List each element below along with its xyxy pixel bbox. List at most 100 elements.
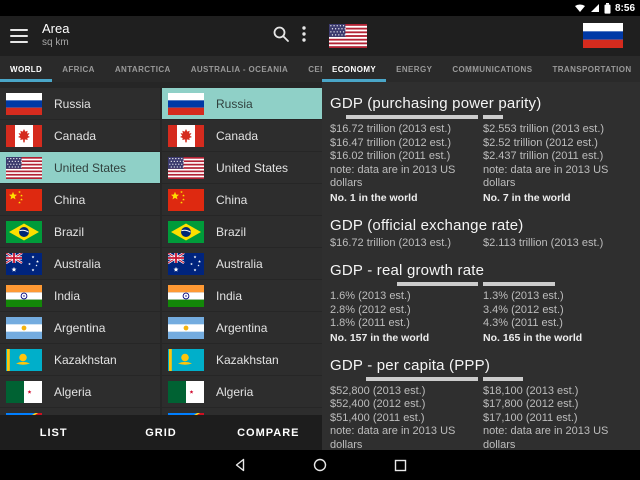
grid-button[interactable]: GRID — [107, 415, 214, 450]
stat-line: $2.113 trillion (2013 est.) — [483, 237, 636, 251]
compare-section-gdp-per-capita-ppp: GDP - per capita (PPP) $52,800 (2013 est.… — [330, 357, 636, 451]
country-row-united-states[interactable]: United States — [162, 152, 322, 183]
flag-russia-icon — [168, 93, 204, 115]
country-row-russia[interactable]: Russia — [162, 88, 322, 119]
compare-button[interactable]: COMPARE — [215, 415, 322, 450]
compare-bar-left-cell — [330, 282, 478, 286]
flag-australia-icon — [6, 253, 42, 275]
tab-energy[interactable]: ENERGY — [386, 56, 442, 82]
stat-column-right: $2.113 trillion (2013 est.) — [483, 237, 636, 251]
stat-column-right: $2.553 trillion (2013 est.)$2.52 trillio… — [483, 123, 636, 205]
flag-us-icon — [6, 157, 42, 179]
section-columns: $52,800 (2013 est.)$52,400 (2012 est.)$5… — [330, 385, 636, 451]
country-row-argentina[interactable]: Argentina — [162, 312, 322, 343]
flag-australia-icon — [168, 253, 204, 275]
flag-kazakhstan-icon — [168, 349, 204, 371]
tab-central-america[interactable]: CENTRAL AMERICA — [298, 56, 322, 82]
country-row-argentina[interactable]: Argentina — [0, 312, 160, 343]
stat-line: $18,100 (2013 est.) — [483, 385, 636, 399]
country-row-kazakhstan[interactable]: Kazakhstan — [162, 344, 322, 375]
compare-bar-row — [330, 377, 636, 381]
tab-communications[interactable]: COMMUNICATIONS — [442, 56, 542, 82]
country-row-australia[interactable]: Australia — [162, 248, 322, 279]
stat-line: 4.3% (2011 est.) — [483, 317, 636, 331]
country-name: Brazil — [54, 225, 84, 239]
tab-africa[interactable]: AFRICA — [52, 56, 105, 82]
section-title: GDP - real growth rate — [330, 262, 636, 279]
compare-bar-left-cell — [330, 115, 478, 119]
country-row-brazil[interactable]: Brazil — [0, 216, 160, 247]
recents-button[interactable] — [360, 450, 440, 480]
tab-transportation[interactable]: TRANSPORTATION — [542, 56, 640, 82]
stat-line: $17,100 (2011 est.) — [483, 412, 636, 426]
country-row-australia[interactable]: Australia — [0, 248, 160, 279]
section-title: GDP (official exchange rate) — [330, 217, 636, 234]
country-row-india[interactable]: India — [162, 280, 322, 311]
compare-bar-row — [330, 282, 636, 286]
country-row-canada[interactable]: Canada — [162, 120, 322, 151]
compare-bar-right-cell — [483, 282, 636, 286]
stat-line: 3.4% (2012 est.) — [483, 304, 636, 318]
stat-line: $16.72 trillion (2013 est.) — [330, 123, 478, 137]
country-row-india[interactable]: India — [0, 280, 160, 311]
back-button[interactable] — [200, 450, 280, 480]
stat-line: note: data are in 2013 US dollars — [330, 164, 478, 191]
search-icon[interactable] — [272, 25, 290, 43]
country-row-kazakhstan[interactable]: Kazakhstan — [0, 344, 160, 375]
region-tab-strip: WORLDAFRICAANTARCTICAAUSTRALIA - OCEANIA… — [0, 56, 322, 82]
tab-antarctica[interactable]: ANTARCTICA — [105, 56, 181, 82]
stat-column-left: $16.72 trillion (2013 est.) — [330, 237, 478, 251]
tab-economy[interactable]: ECONOMY — [322, 56, 386, 82]
compare-panel[interactable]: GDP (purchasing power parity)$16.72 tril… — [322, 82, 640, 450]
tab-bar: WORLDAFRICAANTARCTICAAUSTRALIA - OCEANIA… — [0, 56, 640, 82]
country-row-algeria[interactable]: Algeria — [162, 376, 322, 407]
overflow-menu-icon[interactable] — [301, 25, 307, 43]
section-title: GDP - per capita (PPP) — [330, 357, 636, 374]
compare-bar-row — [330, 115, 636, 119]
tab-world[interactable]: WORLD — [0, 56, 52, 82]
stat-column-right: 1.3% (2013 est.)3.4% (2012 est.)4.3% (20… — [483, 290, 636, 345]
flag-brazil-icon — [6, 221, 42, 243]
country-name: Australia — [216, 257, 263, 271]
country-name: Kazakhstan — [216, 353, 279, 367]
rank-line: No. 1 in the world — [330, 192, 478, 205]
left-country-flag[interactable] — [329, 24, 367, 48]
stat-line: $52,800 (2013 est.) — [330, 385, 478, 399]
country-row-algeria[interactable]: Algeria — [0, 376, 160, 407]
stat-line: note: data are in 2013 US dollars — [330, 425, 478, 450]
section-columns: $16.72 trillion (2013 est.) $2.113 trilli… — [330, 237, 636, 251]
stat-line: $17,800 (2012 est.) — [483, 398, 636, 412]
compare-bar-right-cell — [483, 377, 636, 381]
menu-icon[interactable] — [10, 29, 30, 43]
country-name: Canada — [216, 129, 258, 143]
country-name: Russia — [216, 97, 253, 111]
tab-australia-oceania[interactable]: AUSTRALIA - OCEANIA — [181, 56, 299, 82]
country-lists[interactable]: RussiaCanadaUnited StatesChinaBrazilAust… — [0, 82, 322, 415]
flag-canada-icon — [6, 125, 42, 147]
country-row-russia[interactable]: Russia — [0, 88, 160, 119]
list-action-bar: LISTGRIDCOMPARE — [0, 415, 322, 450]
country-list-column-1: RussiaCanadaUnited StatesChina Brazil Aust… — [0, 88, 160, 415]
country-row-canada[interactable]: Canada — [0, 120, 160, 151]
stat-line: $16.72 trillion (2013 est.) — [330, 237, 478, 251]
country-name: China — [216, 193, 247, 207]
recents-icon — [394, 459, 407, 472]
country-row-congo-dr[interactable] — [162, 408, 322, 415]
country-row-china[interactable]: China — [0, 184, 160, 215]
country-row-brazil[interactable]: Brazil — [162, 216, 322, 247]
stat-line: $51,400 (2011 est.) — [330, 412, 478, 426]
country-row-united-states[interactable]: United States — [0, 152, 160, 183]
list-button[interactable]: LIST — [0, 415, 107, 450]
country-row-china[interactable]: China — [162, 184, 322, 215]
flag-canada-icon — [168, 125, 204, 147]
country-row-congo-dr[interactable] — [0, 408, 160, 415]
right-country-flag[interactable] — [583, 23, 623, 48]
country-name: Argentina — [216, 321, 267, 335]
stat-line: $52,400 (2012 est.) — [330, 398, 478, 412]
rank-line: No. 165 in the world — [483, 332, 636, 345]
battery-icon — [604, 3, 611, 14]
stat-line: 1.8% (2011 est.) — [330, 317, 478, 331]
rank-line: No. 157 in the world — [330, 332, 478, 345]
home-button[interactable] — [280, 450, 360, 480]
status-bar: 8:56 — [0, 0, 640, 16]
